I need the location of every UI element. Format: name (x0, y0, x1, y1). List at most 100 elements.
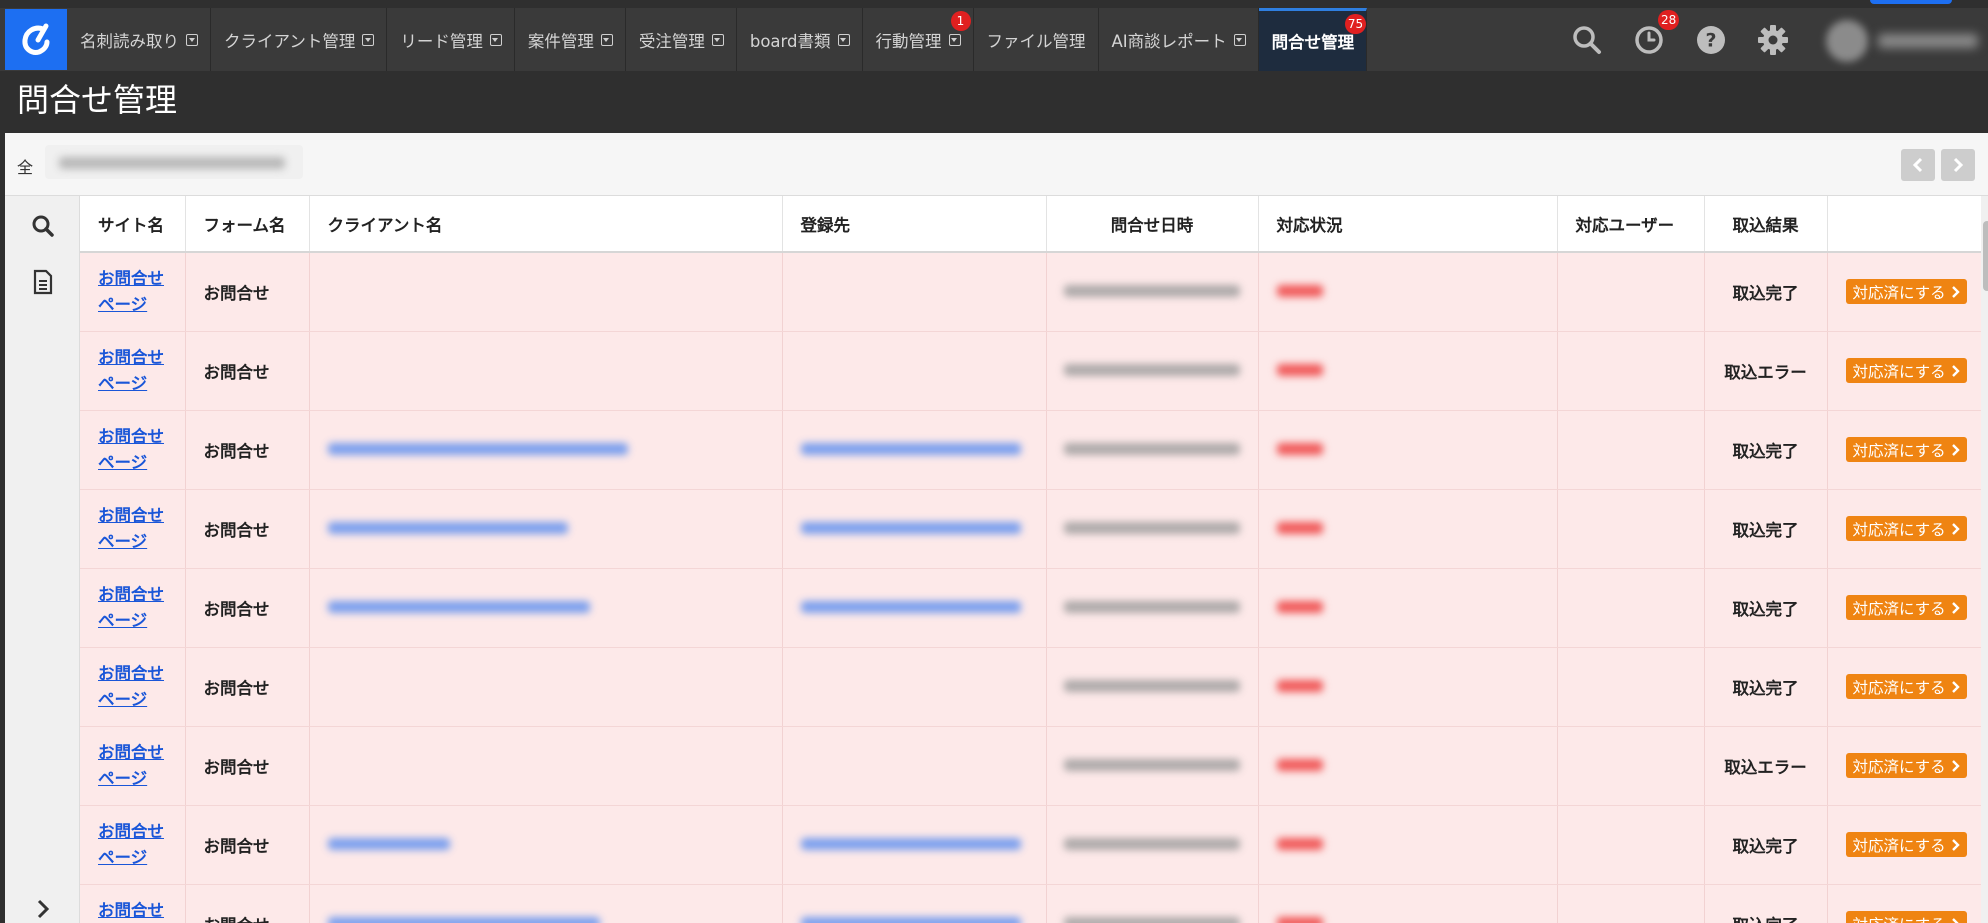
mark-handled-button[interactable]: 対応済にする (1845, 674, 1967, 699)
prev-page-button[interactable] (1901, 149, 1935, 181)
client-name-redacted[interactable] (327, 838, 450, 850)
dropdown-arrow-icon[interactable] (1233, 33, 1246, 46)
nav-tab-8[interactable]: AI商談レポート (1099, 8, 1259, 71)
client-name-redacted[interactable] (327, 443, 628, 455)
column-header-registered-to[interactable]: 登録先 (782, 196, 1047, 253)
registered-to-redacted[interactable] (800, 522, 1021, 534)
client-name-redacted[interactable] (327, 522, 568, 534)
site-link[interactable]: お問合せページ (98, 266, 170, 318)
table-row[interactable]: お問合せページ お問合せ 取込エラー 対応済にする (80, 726, 1984, 806)
cell-status (1258, 805, 1558, 885)
scrollbar-track[interactable] (1981, 196, 1988, 923)
filter-selector[interactable] (45, 145, 303, 179)
cell-inquiry-datetime (1046, 410, 1259, 490)
inquiry-table: サイト名 フォーム名 クライアント名 登録先 問合せ日時 対応状況 対応ユーザー… (80, 196, 1984, 923)
search-icon[interactable] (30, 213, 56, 239)
mark-handled-button[interactable]: 対応済にする (1845, 832, 1967, 857)
registered-to-redacted[interactable] (800, 601, 1021, 613)
top-action-button[interactable] (1870, 0, 1952, 4)
app-logo[interactable] (5, 9, 67, 70)
nav-tab-6[interactable]: 行動管理 1 (863, 8, 974, 71)
table-row[interactable]: お問合せページお問合せ取込完了対応済にする (80, 805, 1984, 885)
site-link[interactable]: お問合せページ (98, 898, 170, 923)
site-link[interactable]: お問合せページ (98, 503, 170, 555)
dropdown-arrow-icon[interactable] (186, 33, 198, 46)
cell-user (1557, 252, 1705, 332)
site-link[interactable]: お問合せページ (98, 582, 170, 634)
table-row[interactable]: お問合せページお問合せ取込完了対応済にする (80, 489, 1984, 569)
user-name-redacted[interactable] (1878, 34, 1978, 48)
table-row[interactable]: お問合せページお問合せ取込完了対応済にする (80, 884, 1984, 923)
mark-handled-button[interactable]: 対応済にする (1845, 911, 1967, 923)
dropdown-arrow-icon[interactable] (948, 33, 961, 46)
search-icon[interactable] (1571, 24, 1603, 56)
settings-icon[interactable] (1757, 24, 1789, 56)
nav-tab-9[interactable]: 問合せ管理 75 (1258, 8, 1368, 71)
expand-sidebar-icon[interactable] (30, 896, 56, 922)
help-icon[interactable]: ? (1695, 24, 1727, 56)
cell-registered-to (782, 568, 1047, 648)
cell-inquiry-datetime (1046, 568, 1259, 648)
site-link[interactable]: お問合せページ (98, 345, 170, 397)
cell-user (1557, 410, 1705, 490)
dropdown-arrow-icon[interactable] (837, 33, 850, 46)
mark-handled-button[interactable]: 対応済にする (1845, 279, 1967, 305)
document-icon[interactable] (30, 269, 56, 295)
dropdown-arrow-icon[interactable] (489, 33, 502, 46)
nav-tab-0[interactable]: 名刺読み取り (67, 8, 211, 71)
table-row[interactable]: お問合せページお問合せ取込完了対応済にする (80, 410, 1984, 490)
registered-to-redacted[interactable] (800, 443, 1021, 455)
next-page-button[interactable] (1941, 149, 1975, 181)
column-header-form[interactable]: フォーム名 (185, 196, 310, 253)
table-row[interactable]: お問合せページ お問合せ 取込エラー 対応済にする (80, 331, 1984, 411)
dropdown-arrow-icon[interactable] (600, 33, 613, 46)
dropdown-arrow-icon[interactable] (711, 33, 724, 46)
cell-site: お問合せページ (80, 568, 186, 648)
mark-handled-button[interactable]: 対応済にする (1845, 358, 1967, 383)
column-header-site[interactable]: サイト名 (80, 196, 186, 253)
site-link[interactable]: お問合せページ (98, 819, 170, 871)
client-name-redacted[interactable] (327, 601, 590, 613)
mark-handled-button[interactable]: 対応済にする (1845, 753, 1967, 778)
nav-tab-5[interactable]: board書類 (737, 8, 863, 71)
column-header-result[interactable]: 取込結果 (1704, 196, 1828, 253)
registered-to-redacted[interactable] (800, 917, 1021, 923)
table-row[interactable]: お問合せページお問合せ取込完了対応済にする (80, 568, 1984, 648)
column-header-inquiry-datetime[interactable]: 問合せ日時 (1046, 196, 1259, 253)
logo-icon (22, 23, 50, 55)
history-icon[interactable] (1633, 24, 1665, 56)
form-name: お問合せ (203, 757, 270, 777)
registered-to-redacted[interactable] (800, 838, 1021, 850)
table-row[interactable]: お問合せページお問合せ取込完了対応済にする (80, 647, 1984, 727)
cell-user (1557, 331, 1705, 411)
nav-tab-4[interactable]: 受注管理 (626, 8, 737, 71)
nav-tab-3[interactable]: 案件管理 (515, 8, 626, 71)
nav-tab-1[interactable]: クライアント管理 (211, 8, 388, 71)
status-redacted (1276, 364, 1323, 376)
mark-handled-button[interactable]: 対応済にする (1845, 516, 1967, 541)
table-row[interactable]: お問合せページお問合せ取込完了対応済にする (80, 252, 1984, 332)
column-header-user[interactable]: 対応ユーザー (1557, 196, 1705, 253)
site-link[interactable]: お問合せページ (98, 740, 170, 792)
import-result: 取込完了 (1732, 283, 1799, 303)
cell-inquiry-datetime (1046, 884, 1259, 923)
mark-handled-label: 対応済にする (1852, 836, 1946, 855)
client-name-redacted[interactable] (327, 917, 600, 923)
cell-registered-to (782, 805, 1047, 885)
user-avatar[interactable] (1826, 20, 1868, 62)
cell-action: 対応済にする (1827, 331, 1984, 411)
column-header-client[interactable]: クライアント名 (309, 196, 783, 253)
scrollbar-thumb[interactable] (1983, 221, 1988, 291)
mark-handled-button[interactable]: 対応済にする (1845, 437, 1967, 462)
inquiry-datetime-redacted (1064, 364, 1240, 376)
site-link[interactable]: お問合せページ (98, 661, 170, 713)
cell-form: お問合せ (185, 647, 310, 727)
site-link[interactable]: お問合せページ (98, 424, 170, 476)
dropdown-arrow-icon[interactable] (362, 33, 375, 46)
top-navigation: 名刺読み取り クライアント管理 リード管理 案件管理 受注管理 board書類 行動管理 1 フ… (0, 8, 1988, 71)
nav-tab-7[interactable]: ファイル管理 (974, 8, 1099, 71)
nav-tab-2[interactable]: リード管理 (387, 8, 515, 71)
svg-text:?: ? (1705, 30, 1716, 52)
column-header-status[interactable]: 対応状況 (1258, 196, 1558, 253)
mark-handled-button[interactable]: 対応済にする (1845, 595, 1967, 620)
